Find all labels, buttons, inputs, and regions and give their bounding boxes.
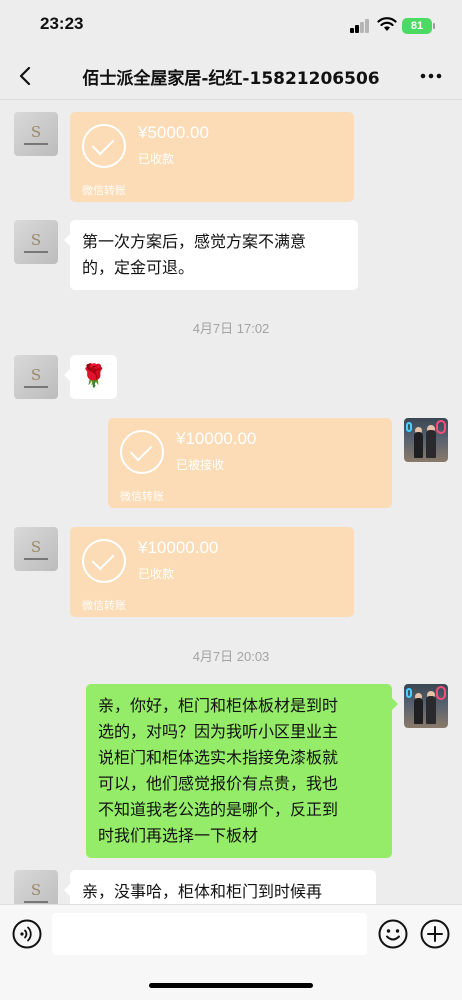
message-text-line: 说柜门和柜体选实木指接免漆板就 [98,748,339,767]
contact-avatar[interactable]: S [14,527,58,571]
message-text-line: 亲，你好，柜门和柜体板材是到时 [98,696,339,715]
contact-avatar[interactable]: S [14,112,58,156]
transfer-source: 微信转账 [120,490,164,503]
check-circle-icon [120,430,164,474]
voice-icon[interactable] [12,919,42,949]
timestamp: 4月7日 20:03 [192,649,270,664]
transfer-amount: ¥10000.00 [138,538,219,557]
message-text-line: 亲，没事哈，柜体和柜门到时候再 [82,882,323,901]
message-text-line: 可以，他们感觉报价有点贵，我也 [98,774,339,793]
message-bubble[interactable]: 第一次方案后，感觉方案不满意 的，定金可退。 [64,220,358,290]
message-text-line: 的，定金可退。 [82,258,195,277]
timestamp: 4月7日 17:02 [192,321,270,336]
user-avatar[interactable] [404,684,448,728]
message-text-line: 时我们再选择一下板材 [98,826,259,845]
check-circle-icon [82,124,126,168]
transfer-amount: ¥5000.00 [138,123,209,142]
plus-icon[interactable] [420,919,450,949]
more-dots-icon[interactable] [418,64,444,88]
emoji-icon[interactable] [378,919,408,949]
chat-message-list[interactable]: S ¥5000.00 已收款 微信转账 S 第一次方案后，感觉方案不满意 的，定… [0,100,462,904]
contact-avatar[interactable]: S [14,870,58,904]
home-indicator [149,983,313,988]
transfer-card[interactable]: ¥5000.00 已收款 微信转账 [70,112,354,202]
message-text-line: 不知道我老公选的是哪个，反正到 [98,800,339,819]
transfer-source: 微信转账 [82,599,126,612]
status-time: 23:23 [40,14,84,33]
message-input[interactable] [52,913,367,955]
contact-avatar[interactable]: S [14,355,58,399]
message-bubble[interactable]: 亲，你好，柜门和柜体板材是到时 选的，对吗？因为我听小区里业主 说柜门和柜体选实… [86,684,398,858]
transfer-status: 已收款 [138,152,175,166]
wifi-icon [377,17,397,31]
transfer-source: 微信转账 [82,184,126,197]
check-circle-icon [82,539,126,583]
message-text-line: 选的，对吗？因为我听小区里业主 [98,722,339,741]
chat-header: 佰士派全屋家居-纪红-15821206506 [0,52,462,100]
transfer-status: 已收款 [138,567,175,581]
battery-icon: 81 [402,18,435,34]
rose-emoji: 🌹 [80,364,108,389]
message-bubble[interactable]: 亲，没事哈，柜体和柜门到时候再 [64,870,376,904]
message-text-line: 第一次方案后，感觉方案不满意 [82,232,307,251]
transfer-card[interactable]: ¥10000.00 已收款 微信转账 [70,527,354,617]
chat-title: 佰士派全屋家居-纪红-15821206506 [82,69,380,89]
message-bubble[interactable]: 🌹 [63,355,118,399]
contact-avatar[interactable]: S [14,220,58,264]
signal-icon [350,19,370,33]
transfer-card[interactable]: ¥10000.00 已被接收 微信转账 [108,418,392,508]
chevron-left-icon[interactable] [14,62,38,90]
status-bar: 23:23 81 [0,0,462,52]
transfer-status: 已被接收 [176,458,225,472]
user-avatar[interactable] [404,418,448,462]
transfer-amount: ¥10000.00 [176,429,257,448]
